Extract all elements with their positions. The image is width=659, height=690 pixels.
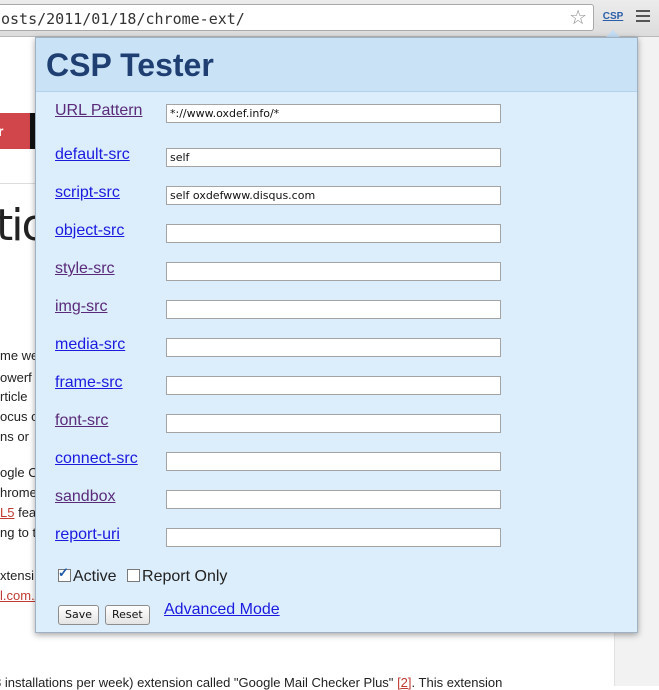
background-text: L5 fea: [0, 505, 37, 520]
frame-src-input[interactable]: [166, 376, 501, 395]
active-label[interactable]: Active: [73, 568, 117, 585]
csp-extension-button[interactable]: CSP: [600, 8, 626, 28]
script-src-input[interactable]: [166, 186, 501, 205]
background-text: rticle: [0, 389, 28, 404]
background-text: owerf: [0, 370, 32, 385]
default-src-input[interactable]: [166, 148, 501, 167]
media-src-input[interactable]: [166, 338, 501, 357]
background-nav-item[interactable]: r: [0, 113, 30, 149]
report-uri-input[interactable]: [166, 528, 501, 547]
advanced-mode-link[interactable]: Advanced Mode: [164, 601, 280, 619]
address-bar[interactable]: osts/2011/01/18/chrome-ext/ ☆: [0, 4, 594, 31]
img-src-input[interactable]: [166, 300, 501, 319]
popup-header: CSP Tester: [36, 38, 637, 92]
background-text: me we: [0, 348, 39, 363]
background-text: ogle C: [0, 465, 38, 480]
font-src-link[interactable]: font-src: [55, 412, 108, 430]
background-text: ng to t: [0, 525, 37, 540]
style-src-link[interactable]: style-src: [55, 260, 115, 278]
bookmark-star-icon[interactable]: ☆: [569, 6, 587, 30]
font-src-input[interactable]: [166, 414, 501, 433]
object-src-input[interactable]: [166, 224, 501, 243]
background-text: hrome: [0, 485, 37, 500]
background-text: xtensi: [0, 568, 34, 583]
csp-tester-popup: CSP Tester URL Pattern default-src scrip…: [35, 37, 638, 633]
report-only-checkbox[interactable]: [127, 569, 141, 583]
popup-title: CSP Tester: [46, 47, 214, 83]
img-src-link[interactable]: img-src: [55, 298, 107, 316]
default-src-link[interactable]: default-src: [55, 146, 130, 164]
browser-toolbar: osts/2011/01/18/chrome-ext/ ☆ CSP: [0, 0, 659, 37]
background-text: 8 installations per week) extension call…: [0, 675, 503, 690]
menu-icon[interactable]: [636, 10, 650, 24]
media-src-link[interactable]: media-src: [55, 336, 125, 354]
background-link[interactable]: L5: [0, 505, 14, 520]
frame-src-link[interactable]: frame-src: [55, 374, 123, 392]
sandbox-link[interactable]: sandbox: [55, 488, 116, 506]
connect-src-input[interactable]: [166, 452, 501, 471]
background-text: ocus o: [0, 409, 39, 424]
report-only-label[interactable]: Report Only: [142, 568, 227, 585]
background-link[interactable]: l.com./: [0, 588, 38, 603]
sandbox-input[interactable]: [166, 490, 501, 509]
address-url[interactable]: osts/2011/01/18/chrome-ext/: [1, 10, 245, 28]
style-src-input[interactable]: [166, 262, 501, 281]
mode-options: Active Report Only: [58, 565, 227, 586]
save-button[interactable]: Save: [58, 605, 100, 625]
active-checkbox[interactable]: [58, 565, 71, 583]
reset-button[interactable]: Reset: [105, 605, 150, 625]
background-ref-link[interactable]: [2]: [397, 675, 411, 690]
report-uri-link[interactable]: report-uri: [55, 526, 120, 544]
background-text: l.com./: [0, 588, 38, 603]
url-pattern-link[interactable]: URL Pattern: [55, 102, 142, 120]
object-src-link[interactable]: object-src: [55, 222, 124, 240]
url-pattern-input[interactable]: [166, 104, 501, 123]
background-text: ns or: [0, 429, 29, 444]
script-src-link[interactable]: script-src: [55, 184, 120, 202]
connect-src-link[interactable]: connect-src: [55, 450, 138, 468]
